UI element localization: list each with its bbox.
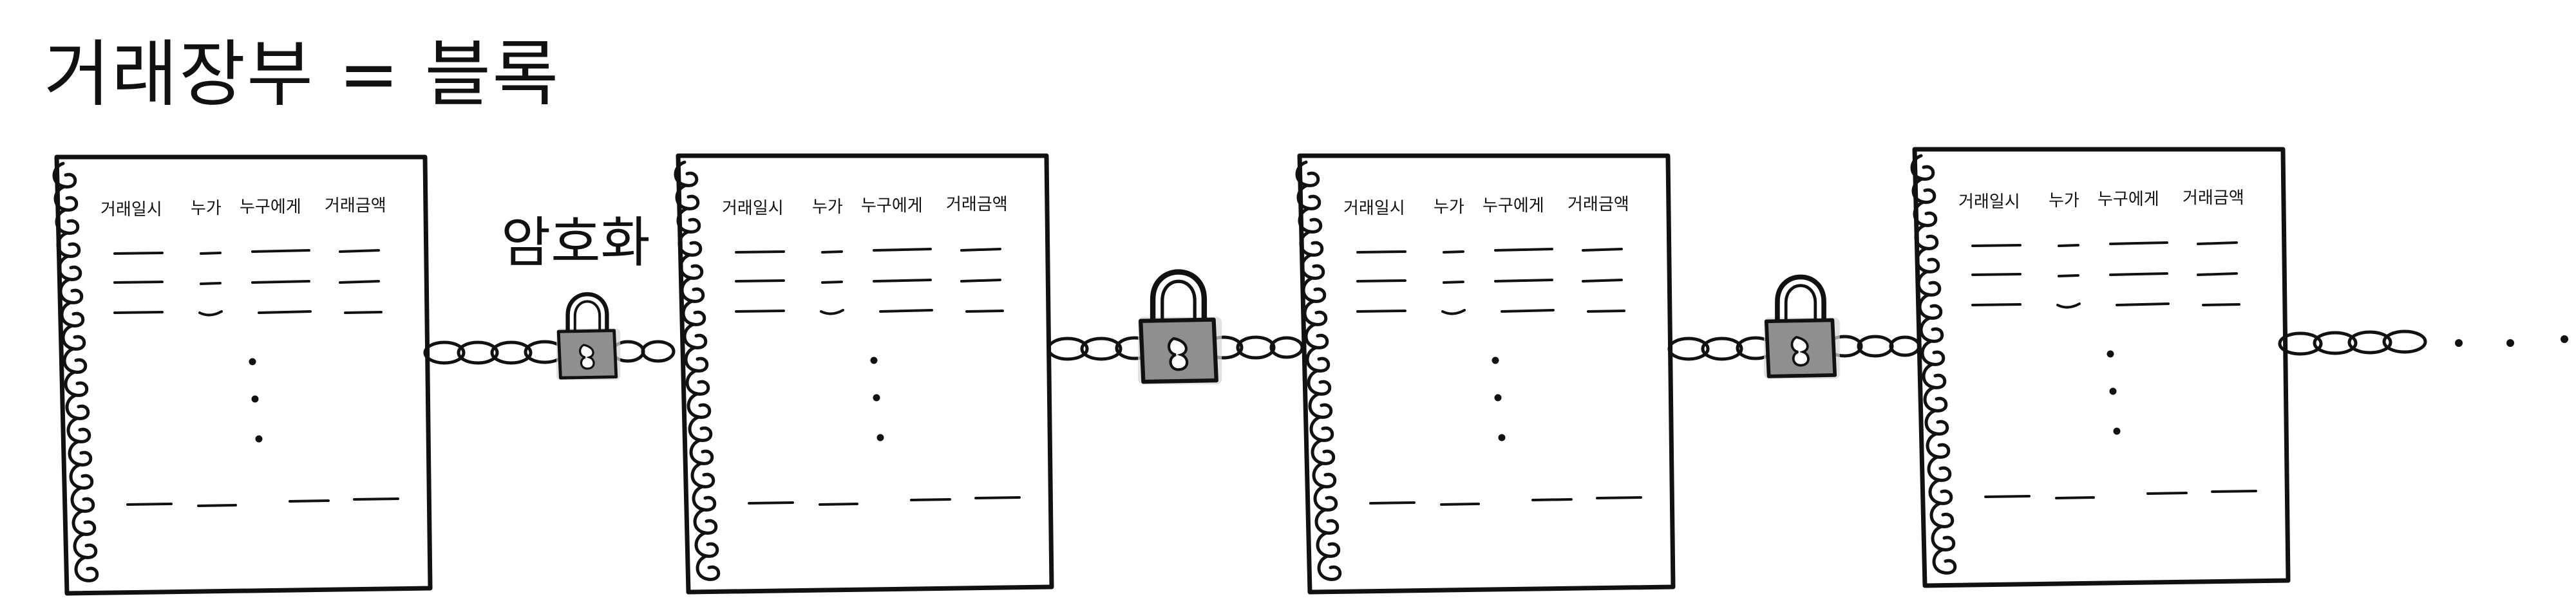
column-header-datetime: 거래일시	[100, 200, 162, 219]
column-header-datetime: 거래일시	[722, 199, 784, 218]
column-header-sender: 누가	[1434, 198, 1464, 217]
ledger-block-3: 거래일시 누가 누구에게 거래금액	[1297, 156, 1673, 592]
column-header-amount: 거래금액	[2183, 189, 2244, 208]
column-header-amount: 거래금액	[946, 195, 1008, 214]
column-header-amount: 거래금액	[1567, 195, 1629, 214]
chain-link-icon	[2278, 329, 2427, 356]
column-header-sender: 누가	[191, 199, 222, 218]
column-header-datetime: 거래일시	[1343, 199, 1405, 218]
column-header-amount: 거래금액	[325, 196, 386, 216]
column-header-receiver: 누구에게	[2098, 190, 2159, 209]
ledger-block-1: 거래일시 누가 누구에게 거래금액	[54, 157, 430, 593]
column-header-receiver: 누구에게	[861, 196, 923, 216]
ledger-block-2: 거래일시 누가 누구에게 거래금액	[676, 156, 1052, 592]
column-header-receiver: 누구에게	[240, 198, 301, 217]
column-header-receiver: 누구에게	[1482, 196, 1544, 216]
blockchain-diagram: 거래일시 누가 누구에게 거래금액 거래일시 누가 누구에게 거래금액 거래일시…	[0, 0, 2568, 603]
ellipsis-dots-icon	[2455, 335, 2568, 347]
padlock-icon	[1764, 277, 1840, 378]
ledger-block-4: 거래일시 누가 누구에게 거래금액	[1912, 149, 2288, 586]
chain-link-icon	[423, 340, 676, 365]
column-header-sender: 누가	[812, 198, 843, 217]
padlock-icon	[556, 294, 620, 380]
column-header-sender: 누가	[2049, 191, 2079, 210]
padlock-icon	[1138, 272, 1222, 385]
encryption-label: 암호화	[501, 211, 650, 274]
column-header-datetime: 거래일시	[1958, 192, 2020, 212]
